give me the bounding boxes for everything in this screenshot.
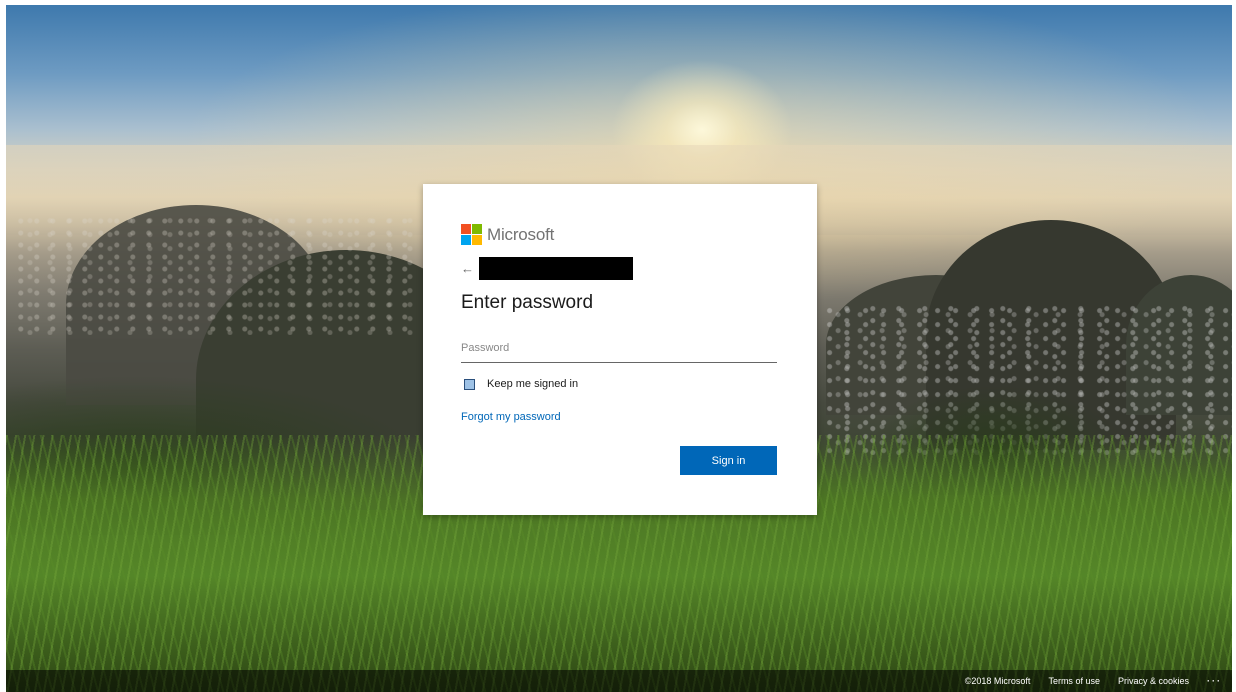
- page-title: Enter password: [461, 292, 594, 313]
- more-options-icon[interactable]: ···: [1207, 676, 1222, 686]
- logo-square-yellow: [472, 235, 482, 245]
- microsoft-logo-icon: [461, 224, 482, 245]
- keep-signed-in-row: Keep me signed in: [464, 378, 578, 390]
- redacted-account-email: [479, 257, 633, 280]
- forgot-password-link[interactable]: Forgot my password: [461, 411, 561, 423]
- privacy-cookies-link[interactable]: Privacy & cookies: [1118, 676, 1189, 686]
- footer: ©2018 Microsoft Terms of use Privacy & c…: [6, 670, 1232, 692]
- keep-signed-in-checkbox[interactable]: [464, 378, 475, 390]
- logo-square-red: [461, 224, 471, 234]
- password-field[interactable]: [461, 334, 777, 363]
- back-arrow-icon[interactable]: ←: [461, 261, 479, 276]
- logo-text: Microsoft: [487, 224, 555, 244]
- account-row: ←: [461, 257, 633, 280]
- microsoft-logo: Microsoft: [461, 224, 554, 245]
- logo-square-green: [472, 224, 482, 234]
- terms-of-use-link[interactable]: Terms of use: [1048, 676, 1100, 686]
- signin-card: Microsoft ← Enter password Keep me signe…: [423, 184, 817, 515]
- footer-copyright: ©2018 Microsoft: [964, 676, 1031, 686]
- logo-square-blue: [461, 235, 471, 245]
- sign-in-button[interactable]: Sign in: [680, 446, 777, 475]
- background-city: [16, 215, 416, 335]
- keep-signed-in-label: Keep me signed in: [487, 378, 579, 390]
